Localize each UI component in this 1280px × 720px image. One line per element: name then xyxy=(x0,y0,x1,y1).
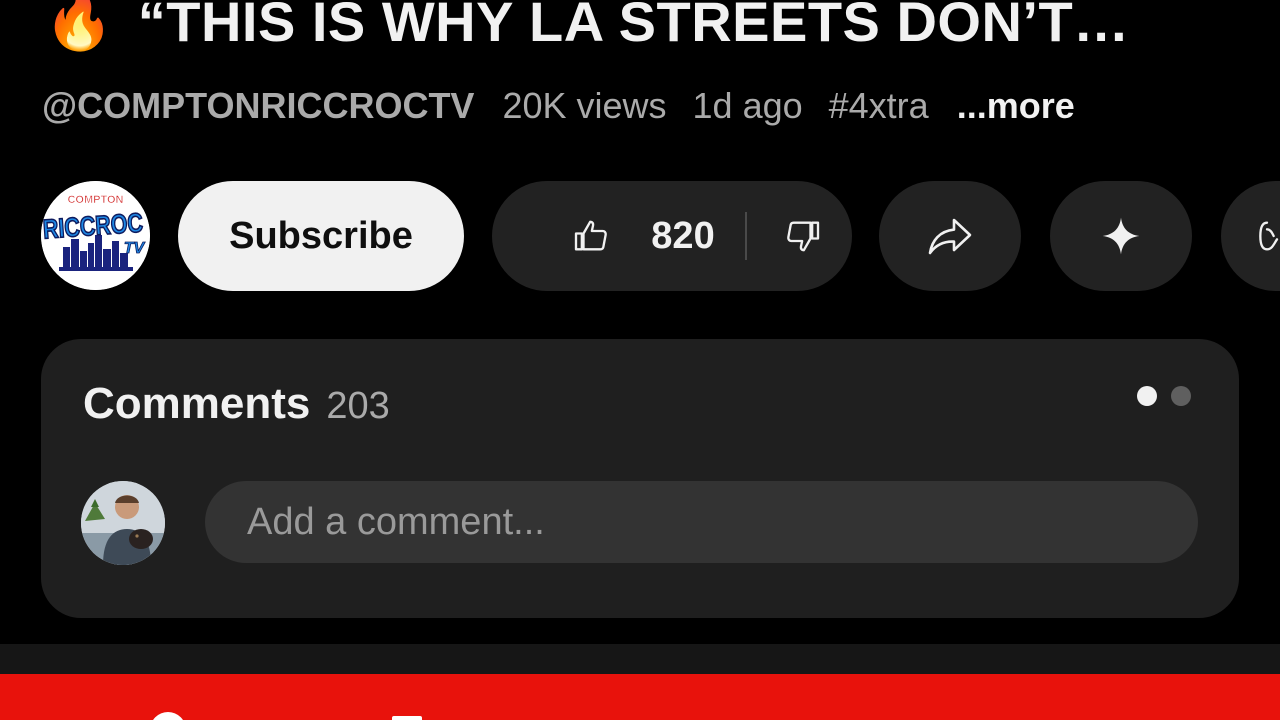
bottom-red-banner xyxy=(0,674,1280,720)
like-button[interactable]: 820 xyxy=(519,181,715,291)
video-details-screen: 🔥 “THIS IS WHY LA STREETS DON’T… @COMPTO… xyxy=(0,0,1280,720)
ask-button[interactable] xyxy=(1050,181,1192,291)
like-count: 820 xyxy=(651,214,715,257)
like-dislike-pill: 820 xyxy=(492,181,852,291)
dislike-button[interactable] xyxy=(781,181,825,291)
user-avatar xyxy=(81,481,165,565)
video-title-row[interactable]: 🔥 “THIS IS WHY LA STREETS DON’T… xyxy=(44,0,1130,56)
more-description-link[interactable]: ...more xyxy=(957,85,1075,127)
user-photo xyxy=(81,481,165,565)
share-icon xyxy=(928,218,972,255)
channel-logo: COMPTON RICCROC TV xyxy=(41,181,150,290)
banner-circle-icon xyxy=(150,712,186,720)
view-count: 20K views xyxy=(502,85,667,126)
video-title: “THIS IS WHY LA STREETS DON’T… xyxy=(137,0,1130,53)
remix-button[interactable] xyxy=(1221,181,1280,291)
comments-header: Comments 203 xyxy=(83,379,390,431)
pager-dot-active xyxy=(1137,386,1157,406)
banner-bar-icon xyxy=(392,716,422,720)
sparkle-icon xyxy=(1102,217,1140,255)
subscribe-button[interactable]: Subscribe xyxy=(178,181,464,291)
thumbs-down-icon xyxy=(786,221,819,252)
add-comment-input[interactable] xyxy=(205,481,1198,563)
comments-pager xyxy=(1137,386,1191,406)
channel-handle[interactable]: @COMPTONRICCROCTV xyxy=(42,85,474,127)
thumbs-up-icon xyxy=(575,220,608,251)
video-meta-row[interactable]: @COMPTONRICCROCTV 20K views 1d ago #4xtr… xyxy=(42,84,1075,128)
like-dislike-divider xyxy=(744,212,747,260)
comments-card[interactable]: Comments 203 xyxy=(41,339,1239,618)
upload-age: 1d ago xyxy=(692,85,803,126)
remix-icon xyxy=(1259,221,1279,251)
channel-avatar[interactable]: COMPTON RICCROC TV xyxy=(41,181,150,290)
fire-icon: 🔥 xyxy=(44,0,114,52)
hashtag-link[interactable]: #4xtra xyxy=(829,85,929,127)
share-button[interactable] xyxy=(879,181,1021,291)
logo-top-text: COMPTON xyxy=(67,194,123,206)
pager-dot xyxy=(1171,386,1191,406)
logo-suffix-text: TV xyxy=(124,240,146,257)
comments-count: 203 xyxy=(326,385,390,427)
comments-title: Comments xyxy=(83,379,311,428)
bottom-separator xyxy=(0,644,1280,674)
